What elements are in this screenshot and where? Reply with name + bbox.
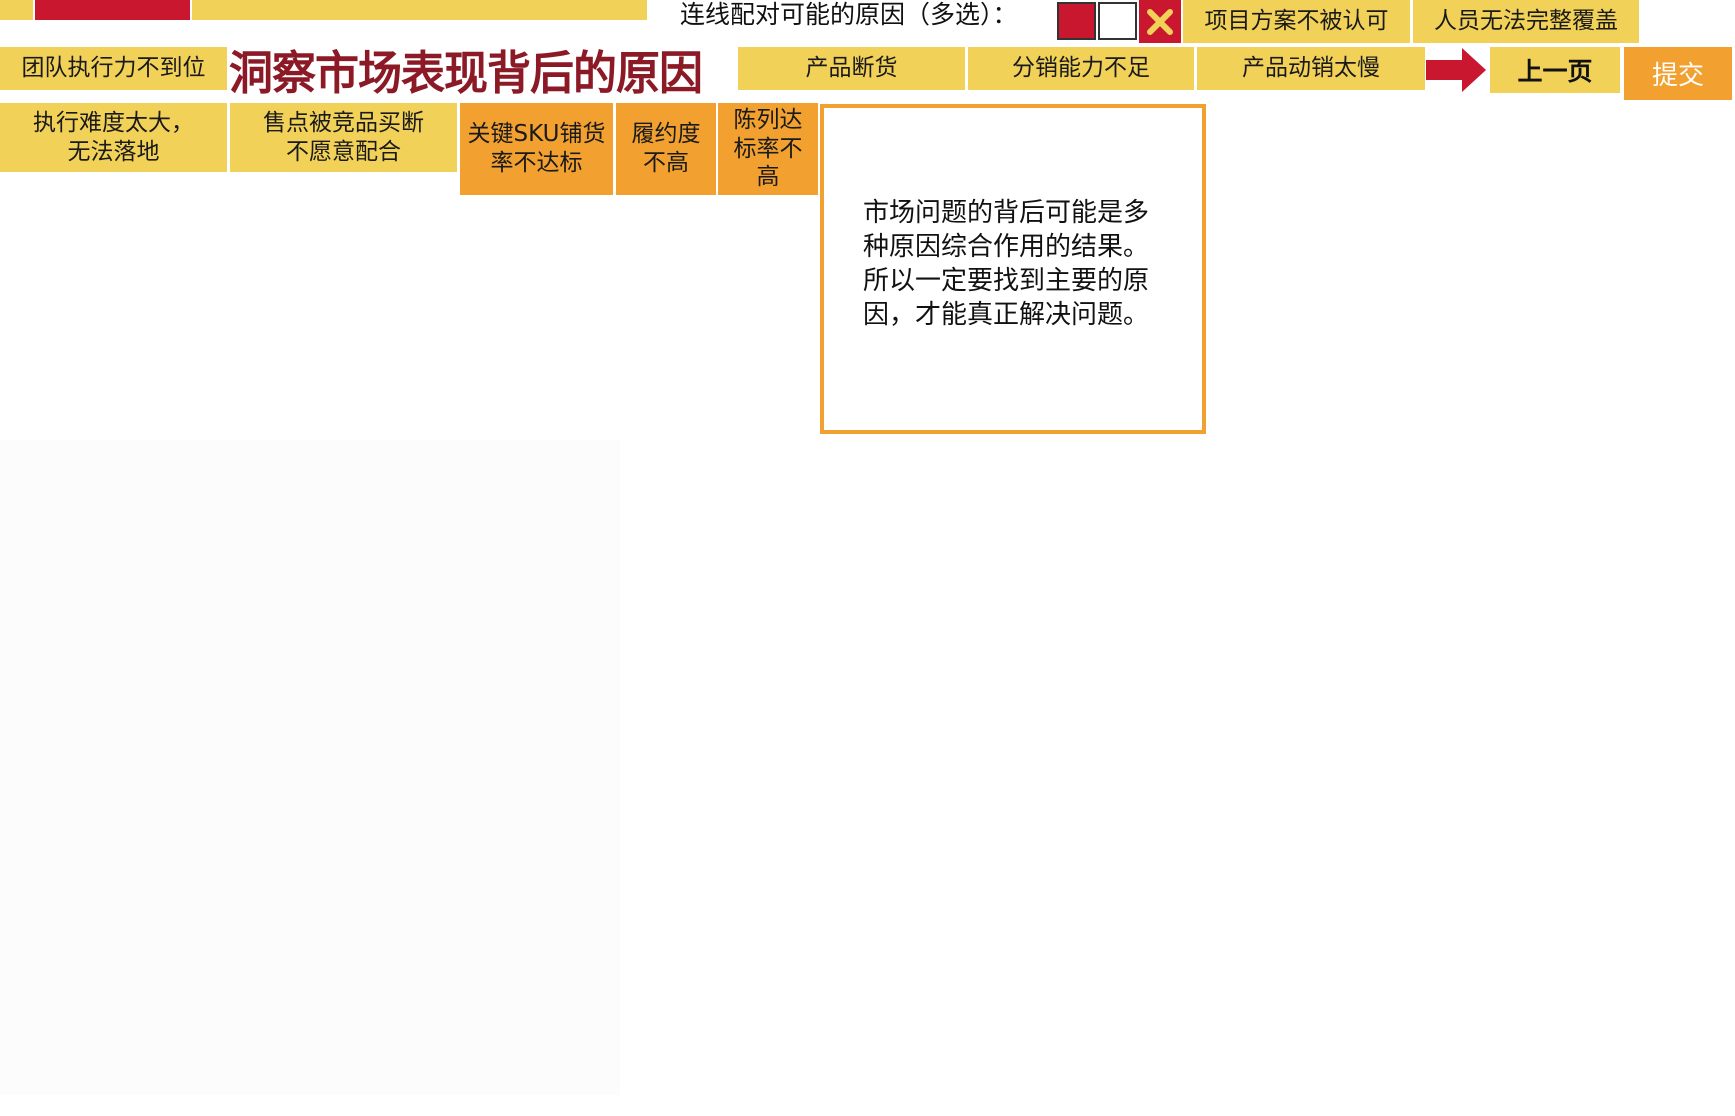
issue-chip-slow-sales[interactable]: 产品动销太慢 [1197, 47, 1425, 90]
close-button[interactable] [1139, 0, 1181, 43]
issue-chip-distribution[interactable]: 分销能力不足 [968, 47, 1194, 90]
reason-chip-staff-coverage[interactable]: 人员无法完整覆盖 [1413, 0, 1639, 43]
reason-chip-label: 陈列达 标率不 高 [733, 106, 803, 191]
reason-chip-project-plan[interactable]: 项目方案不被认可 [1183, 0, 1410, 43]
background-panel [0, 440, 620, 1095]
reason-chip-label: 售点被竞品买断 不愿意配合 [263, 109, 424, 165]
issue-chip-label: 团队执行力不到位 [21, 55, 206, 82]
close-icon [1147, 8, 1173, 35]
reason-chip-label: 人员无法完整覆盖 [1434, 8, 1618, 35]
page-title: 洞察市场表现背后的原因 [229, 46, 703, 101]
reason-chip-label: 项目方案不被认可 [1204, 8, 1389, 35]
issue-chip-label: 产品断货 [805, 55, 898, 82]
reason-chip-label: 执行难度太大， 无法落地 [33, 109, 194, 165]
reason-chip-fulfillment[interactable]: 履约度 不高 [616, 103, 716, 195]
reason-chip-label: 履约度 不高 [631, 121, 701, 176]
issue-chip-team-execution[interactable]: 团队执行力不到位 [0, 47, 227, 90]
hint-note-box: 市场问题的背后可能是多种原因综合作用的结果。所以一定要找到主要的原因，才能真正解… [820, 104, 1206, 434]
issue-chip-out-of-stock[interactable]: 产品断货 [738, 47, 965, 90]
instruction-prompt: 连线配对可能的原因（多选）： [680, 0, 1018, 29]
submit-button[interactable]: 提交 [1624, 47, 1732, 100]
issue-chip-label: 分销能力不足 [1012, 55, 1150, 82]
arrow-right-icon [1426, 46, 1488, 94]
reason-chip-hard-to-execute[interactable]: 执行难度太大， 无法落地 [0, 103, 227, 172]
color-swatch-red[interactable] [1057, 2, 1096, 40]
top-strip-yellow [192, 0, 647, 20]
reason-chip-label: 关键SKU铺货 率不达标 [467, 121, 606, 176]
prev-page-button[interactable]: 上一页 [1490, 47, 1620, 93]
reason-chip-competitor-buyout[interactable]: 售点被竞品买断 不愿意配合 [230, 103, 457, 172]
hint-note-text: 市场问题的背后可能是多种原因综合作用的结果。所以一定要找到主要的原因，才能真正解… [863, 198, 1150, 330]
top-strip-red [35, 0, 190, 20]
color-swatch-white[interactable] [1098, 2, 1137, 40]
issue-chip-label: 产品动销太慢 [1242, 55, 1380, 82]
reason-chip-key-sku-distribution[interactable]: 关键SKU铺货 率不达标 [460, 103, 613, 195]
top-strip-yellow-left [0, 0, 33, 20]
reason-chip-display-compliance[interactable]: 陈列达 标率不 高 [718, 103, 818, 195]
